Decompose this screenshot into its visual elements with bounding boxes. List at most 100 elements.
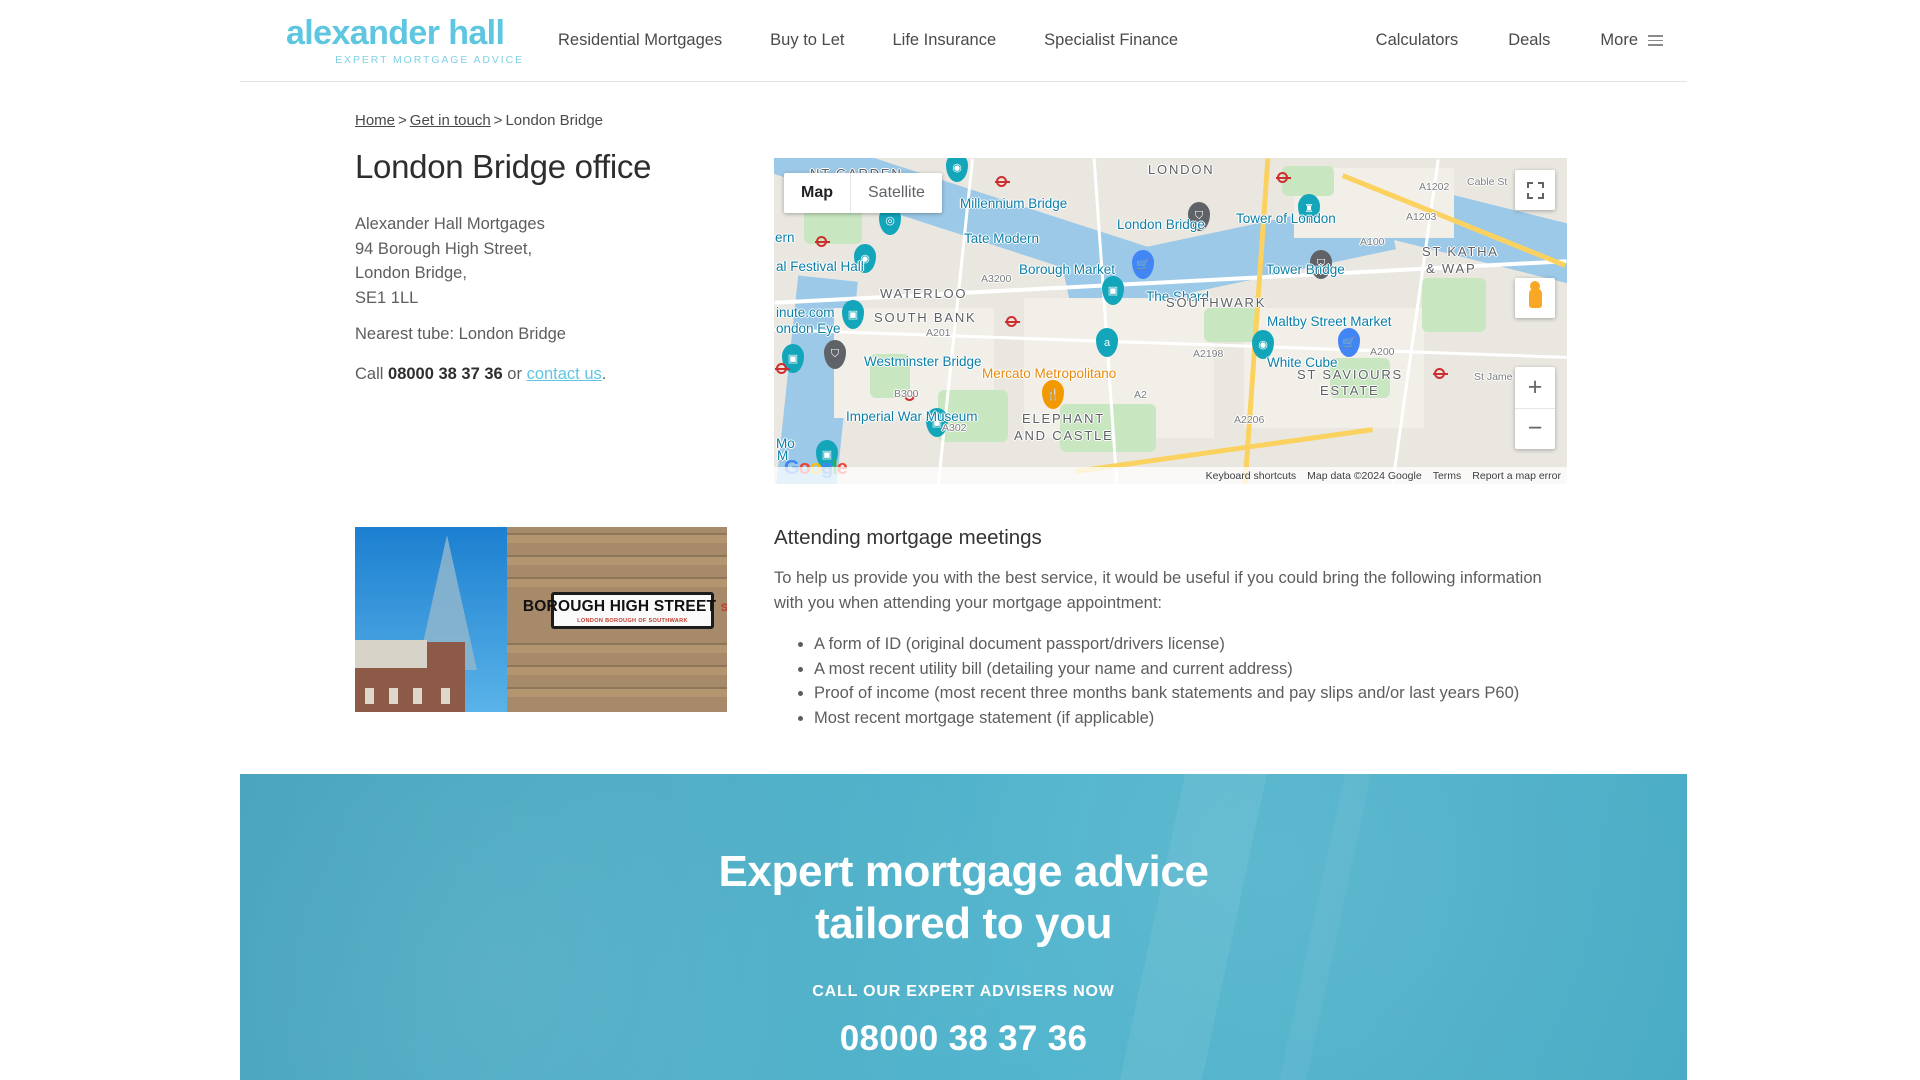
cta-heading: Expert mortgage advice tailored to you [240,846,1687,950]
tube-station-icon [1433,368,1448,379]
street-sign-main: BOROUGH HIGH STREET SE1 [523,598,727,616]
google-map[interactable]: ◉ ⛉ ♜ ◎ 🛒 ⛉ ▣ ◉ ▣ ⛉ ▣ a 🍴 ◉ 🛒 ▣ ▣ LONDON… [774,158,1567,484]
map-pin-glyph: ◉ [952,162,962,174]
tube-station-icon [995,176,1010,187]
fullscreen-icon [1526,181,1544,199]
map-label: Westminster Bridge [864,354,982,369]
map-label: Tower Bridge [1266,262,1345,277]
map-pin-glyph: ▣ [847,309,859,321]
address-line-company: Alexander Hall Mortgages [355,215,545,233]
call-line: Call 08000 38 37 36 or contact us. [355,365,606,384]
cta-content: Expert mortgage advice tailored to you C… [240,846,1687,1059]
map-label: A3200 [981,273,1012,285]
hamburger-menu-icon[interactable] [1648,35,1663,46]
map-label: ESTATE [1320,383,1380,398]
breadcrumb-link-get-in-touch[interactable]: Get in touch [410,112,491,129]
map-label: LONDON [1148,162,1215,177]
call-mid: or [502,365,527,383]
map-label: B300 [894,388,919,400]
map-pin[interactable]: 🛒 [1338,328,1360,357]
map-pin[interactable]: ▣ [1102,276,1124,305]
nav-item-more[interactable]: More [1600,31,1663,50]
logo-wordmark: alexander hall [286,13,505,52]
map-zoom-in-button[interactable]: + [1515,367,1555,409]
map-label: SOUTH BANK [874,310,977,325]
map-toggle-map[interactable]: Map [784,173,850,213]
map-pin[interactable]: ◉ [946,158,968,182]
breadcrumb-link-home[interactable]: Home [355,112,395,129]
office-address: Alexander Hall Mortgages 94 Borough High… [355,212,545,310]
map-terms-link[interactable]: Terms [1433,470,1462,482]
map-zoom-controls[interactable]: + − [1515,367,1555,449]
tube-station-icon [775,363,790,374]
map-label: Borough Market [1019,262,1116,277]
map-label: ondon Eye [776,321,841,336]
map-pin[interactable]: ▣ [842,300,864,329]
tube-station-icon [1276,172,1291,183]
street-sign-borough: LONDON BOROUGH OF SOUTHWARK [577,617,688,624]
call-prefix: Call [355,365,389,383]
map-label: A2 [1134,389,1147,401]
address-line-area: London Bridge, [355,264,467,282]
address-line-street: 94 Borough High Street, [355,239,533,258]
map-pin-glyph: a [1103,336,1111,349]
nav-item-more-label: More [1600,31,1638,49]
map-label: ST SAVIOURS [1297,367,1404,382]
map-pin[interactable]: a [1096,328,1118,357]
address-line-postcode: SE1 1LL [355,288,419,307]
map-keyboard-shortcuts[interactable]: Keyboard shortcuts [1206,470,1296,482]
call-suffix: . [601,365,607,383]
nearest-tube: Nearest tube: London Bridge [355,325,566,343]
map-park [1422,278,1486,332]
map-pin-glyph: 🛒 [1342,337,1356,349]
map-label: Tower of London [1236,211,1336,226]
map-pin-glyph: ▣ [1107,285,1119,297]
page-title: London Bridge office [355,148,652,185]
secondary-nav: Calculators Deals More [1376,31,1663,50]
nav-item-buy-to-let[interactable]: Buy to Let [770,31,844,50]
map-label: Tate Modern [964,231,1040,246]
breadcrumb-separator-2: > [493,112,503,129]
map-label: A1202 [1419,181,1450,193]
cta-heading-line-2: tailored to you [814,899,1113,948]
map-zoom-out-button[interactable]: − [1515,409,1555,450]
contact-us-link[interactable]: contact us [527,365,602,383]
street-view-pegman-button[interactable] [1515,278,1555,318]
map-pin[interactable]: ⛉ [824,340,846,369]
map-label: A100 [1360,236,1385,248]
meetings-checklist-item: A form of ID (original document passport… [814,632,1586,657]
page-root: alexander hall EXPERT MORTGAGE ADVICE Re… [0,0,1920,1080]
map-label: SOUTHWARK [1166,295,1267,310]
meetings-intro: To help us provide you with the best ser… [774,569,1542,612]
map-type-toggle[interactable]: Map Satellite [784,173,942,213]
map-label: Millennium Bridge [960,196,1068,211]
site-logo[interactable]: alexander hall EXPERT MORTGAGE ADVICE [286,16,526,66]
tube-station-icon [815,236,830,247]
pegman-icon [1528,288,1542,308]
cta-banner: Expert mortgage advice tailored to you C… [240,774,1687,1080]
photo-window [365,688,374,704]
map-label: Cable St [1467,176,1508,188]
map-label: London Bridge [1117,217,1205,232]
map-toggle-satellite[interactable]: Satellite [851,173,942,213]
nav-item-specialist-finance[interactable]: Specialist Finance [1044,31,1178,50]
map-label: ern [775,230,795,245]
nav-item-life-insurance[interactable]: Life Insurance [892,31,996,50]
map-park [1282,166,1334,196]
nav-item-deals[interactable]: Deals [1508,31,1550,50]
meetings-checklist: A form of ID (original document passport… [796,632,1586,730]
map-label: A201 [926,327,951,339]
map-pin[interactable]: 🍴 [1042,380,1064,409]
map-pin[interactable]: 🛒 [1132,250,1154,279]
photo-window [413,688,422,704]
map-fullscreen-button[interactable] [1515,170,1555,210]
cta-phone-number[interactable]: 08000 38 37 36 [240,1019,1687,1059]
office-phone-number[interactable]: 08000 38 37 36 [388,365,503,383]
map-label: AND CASTLE [1014,428,1114,443]
map-label: A2198 [1193,348,1224,360]
nav-item-calculators[interactable]: Calculators [1376,31,1459,50]
tube-station-icon [1005,316,1020,327]
map-report-error-link[interactable]: Report a map error [1472,470,1561,482]
nav-item-residential-mortgages[interactable]: Residential Mortgages [558,31,722,50]
primary-nav: Residential Mortgages Buy to Let Life In… [558,31,1226,50]
